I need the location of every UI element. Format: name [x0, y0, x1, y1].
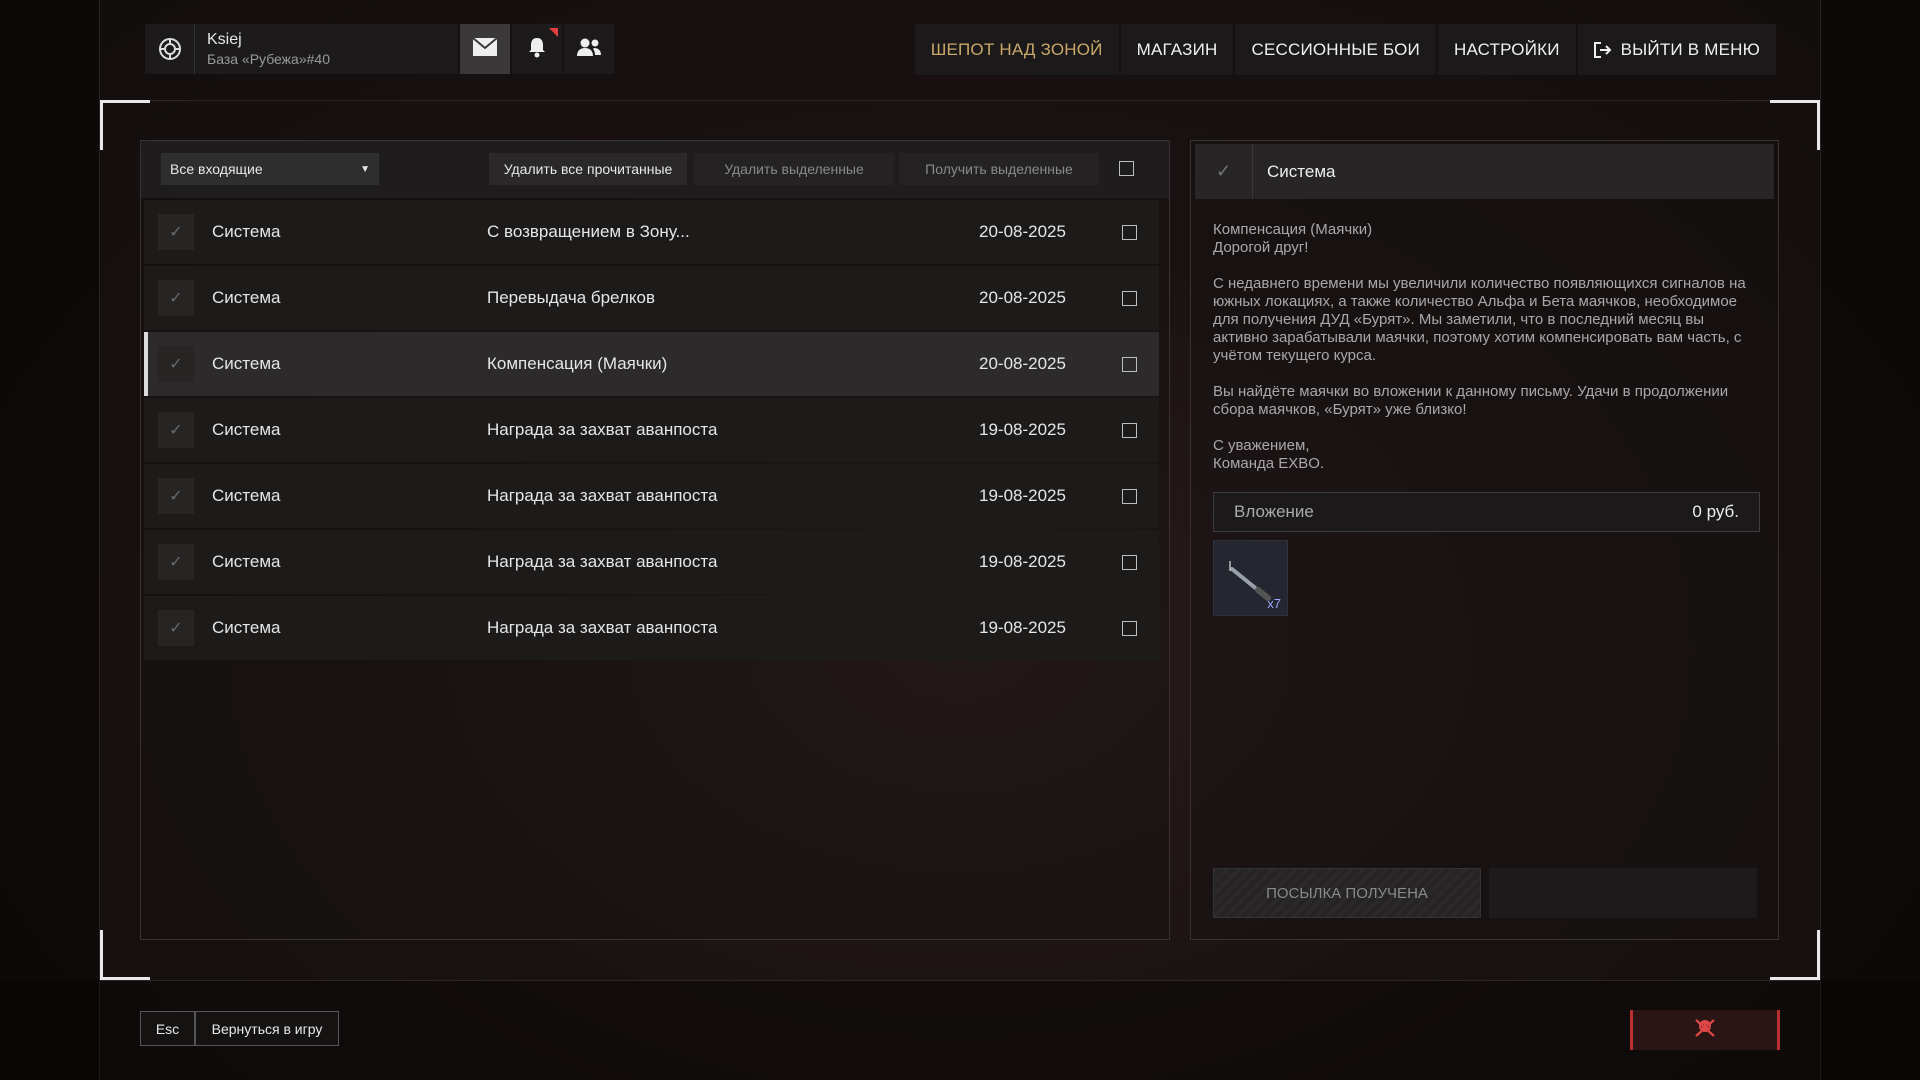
exit-icon	[1593, 41, 1612, 58]
nav-settings[interactable]: НАСТРОЙКИ	[1437, 24, 1576, 75]
shield-icon	[145, 24, 195, 74]
skull-crossbones-icon	[1694, 1018, 1716, 1043]
receive-selected-button[interactable]: Получить выделенные	[899, 153, 1099, 185]
notification-indicator	[549, 28, 558, 37]
message-row[interactable]: ✓ Система Награда за захват аванпоста 19…	[144, 464, 1159, 528]
detail-sender: Система	[1267, 161, 1336, 181]
read-check-icon: ✓	[158, 280, 194, 316]
main-nav: ШЕПОТ НАД ЗОНОЙ МАГАЗИН СЕССИОННЫЕ БОИ Н…	[914, 24, 1776, 75]
message-body: Компенсация (Маячки) Дорогой друг! С нед…	[1213, 221, 1760, 491]
message-subject: Награда за захват аванпоста	[487, 420, 718, 439]
friends-button[interactable]	[564, 24, 614, 74]
notifications-button[interactable]	[512, 24, 562, 74]
message-subject: Перевыдача брелков	[487, 288, 655, 307]
inbox-filter-select[interactable]: Все входящие ▼	[161, 153, 379, 185]
nav-session-battles[interactable]: СЕССИОННЫЕ БОИ	[1235, 24, 1436, 75]
read-check-icon: ✓	[158, 478, 194, 514]
attachment-bar: Вложение 0 руб.	[1213, 492, 1760, 532]
read-check-icon: ✓	[158, 544, 194, 580]
exit-label: ВЫЙТИ В МЕНЮ	[1620, 39, 1760, 59]
bell-icon	[527, 36, 547, 63]
message-subject: Награда за захват аванпоста	[487, 618, 718, 637]
message-sender: Система	[212, 222, 281, 241]
detail-header: ✓ Система	[1195, 144, 1774, 199]
message-row[interactable]: ✓ Система Награда за захват аванпоста 19…	[144, 530, 1159, 594]
profile-card[interactable]: Ksiej База «Рубежа»#40	[145, 24, 458, 74]
return-to-game-button[interactable]: Вернуться в игру	[195, 1011, 339, 1046]
message-date: 20-08-2025	[979, 222, 1066, 241]
nav-whisper-over-zone[interactable]: ШЕПОТ НАД ЗОНОЙ	[914, 24, 1119, 75]
message-paragraph-2: Вы найдёте маячки во вложении к данному …	[1213, 383, 1729, 418]
mail-button[interactable]	[460, 24, 510, 74]
message-date: 20-08-2025	[979, 288, 1066, 307]
right-frame-shade	[1820, 0, 1920, 1080]
message-detail-panel: ✓ Система Компенсация (Маячки) Дорогой д…	[1190, 140, 1779, 940]
read-check-icon: ✓	[158, 214, 194, 250]
message-row[interactable]: ✓ Система Награда за захват аванпоста 19…	[144, 398, 1159, 462]
message-subject: Награда за захват аванпоста	[487, 552, 718, 571]
message-checkbox[interactable]	[1122, 488, 1137, 504]
message-signoff: С уважением,	[1213, 437, 1310, 454]
left-frame-shade	[0, 0, 100, 1080]
message-sender: Система	[212, 420, 281, 439]
secondary-action-slot	[1489, 868, 1757, 918]
message-list: ✓ Система С возвращением в Зону... 20-08…	[144, 200, 1159, 662]
parcel-received-button[interactable]: ПОСЫЛКА ПОЛУЧЕНА	[1213, 868, 1481, 918]
mail-icon	[472, 36, 498, 62]
message-date: 19-08-2025	[979, 618, 1066, 637]
message-team: Команда EXBO.	[1213, 455, 1325, 472]
esc-key-hint[interactable]: Esc	[140, 1011, 195, 1046]
inbox-filter-value: Все входящие	[170, 161, 263, 177]
attachment-amount: 0 руб.	[1692, 502, 1739, 521]
read-check-icon: ✓	[158, 412, 194, 448]
suicide-button[interactable]	[1630, 1010, 1780, 1050]
message-checkbox[interactable]	[1122, 422, 1137, 438]
message-subject: Компенсация (Маячки)	[487, 354, 668, 373]
message-sender: Система	[212, 618, 281, 637]
bottom-divider	[100, 980, 1820, 981]
message-sender: Система	[212, 354, 281, 373]
delete-selected-button[interactable]: Удалить выделенные	[694, 153, 894, 185]
message-date: 19-08-2025	[979, 420, 1066, 439]
message-date: 20-08-2025	[979, 354, 1066, 373]
message-title: Компенсация (Маячки)	[1213, 221, 1373, 238]
attachment-label: Вложение	[1234, 502, 1314, 521]
message-row[interactable]: ✓ Система Перевыдача брелков 20-08-2025	[144, 266, 1159, 330]
profile-base: База «Рубежа»#40	[207, 51, 330, 67]
message-row[interactable]: ✓ Система Награда за захват аванпоста 19…	[144, 596, 1159, 660]
delete-read-button[interactable]: Удалить все прочитанные	[489, 153, 687, 185]
friends-icon	[576, 37, 602, 62]
message-paragraph-1: С недавнего времени мы увеличили количес…	[1213, 275, 1746, 364]
message-sender: Система	[212, 288, 281, 307]
message-date: 19-08-2025	[979, 552, 1066, 571]
message-subject: Награда за захват аванпоста	[487, 486, 718, 505]
message-sender: Система	[212, 552, 281, 571]
nav-shop[interactable]: МАГАЗИН	[1120, 24, 1234, 75]
attachment-quantity: x7	[1267, 596, 1281, 611]
read-check-icon: ✓	[1195, 144, 1253, 199]
message-row-selected[interactable]: ✓ Система Компенсация (Маячки) 20-08-202…	[144, 332, 1159, 396]
message-checkbox[interactable]	[1122, 224, 1137, 240]
message-greeting: Дорогой друг!	[1213, 239, 1309, 256]
message-checkbox[interactable]	[1122, 356, 1137, 372]
message-checkbox[interactable]	[1122, 620, 1137, 636]
message-sender: Система	[212, 486, 281, 505]
profile-name: Ksiej	[207, 31, 242, 48]
message-checkbox[interactable]	[1122, 554, 1137, 570]
message-subject: С возвращением в Зону...	[487, 222, 690, 241]
attachment-item-slot[interactable]: x7	[1213, 540, 1288, 616]
read-check-icon: ✓	[158, 610, 194, 646]
inbox-toolbar: Все входящие ▼ Удалить все прочитанные У…	[141, 141, 1169, 198]
read-check-icon: ✓	[158, 346, 194, 382]
message-row[interactable]: ✓ Система С возвращением в Зону... 20-08…	[144, 200, 1159, 264]
message-date: 19-08-2025	[979, 486, 1066, 505]
top-divider	[100, 100, 1820, 101]
nav-exit-to-menu[interactable]: ВЫЙТИ В МЕНЮ	[1577, 24, 1776, 75]
inbox-panel: Все входящие ▼ Удалить все прочитанные У…	[140, 140, 1170, 940]
dropdown-arrow-icon: ▼	[360, 164, 370, 175]
select-all-checkbox[interactable]	[1119, 161, 1134, 176]
message-checkbox[interactable]	[1122, 290, 1137, 306]
